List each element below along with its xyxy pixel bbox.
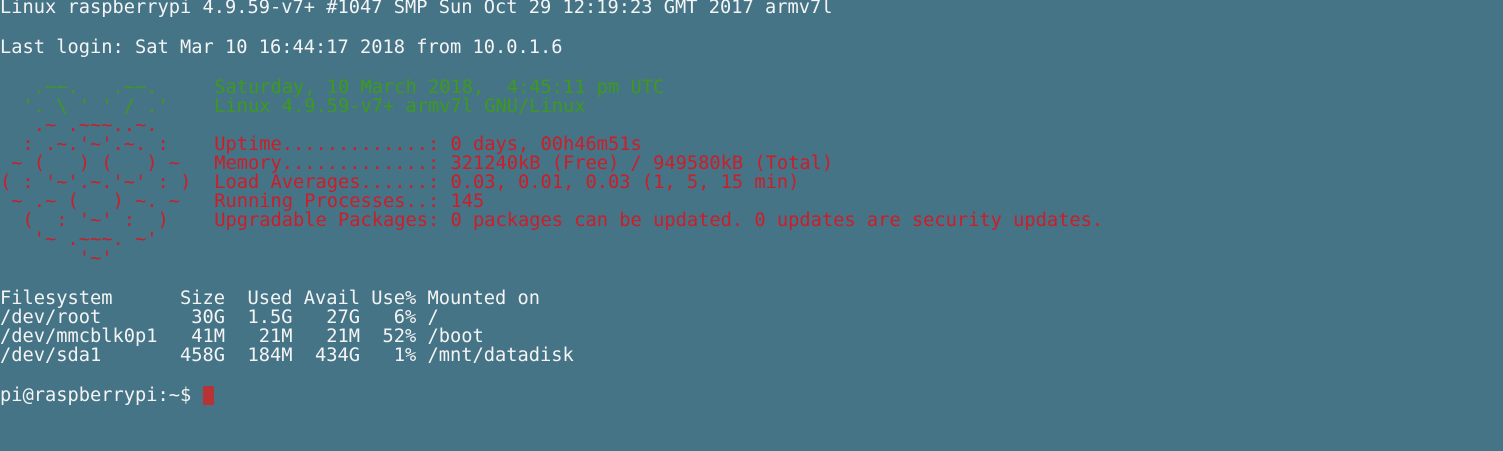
raspberry-art-line: '~': [0, 248, 192, 269]
kernel-info-line: Linux raspberrypi 4.9.59-v7+ #1047 SMP S…: [0, 0, 833, 18]
motd-line: '~': [0, 248, 1503, 269]
df-header: Filesystem Size Used Avail Use% Mounted …: [0, 288, 541, 309]
raspberry-art-line: ( : '~'.~.'~' : ): [0, 172, 192, 193]
motd-line: ~ .~ ( ) ~. ~ Running Processes..: 145: [0, 191, 1503, 212]
stat-label: Memory.............:: [214, 153, 440, 174]
shell-prompt: pi@raspberrypi:~$: [0, 385, 203, 406]
motd-date: Saturday, 10 March 2018, 4:45:11 pm UTC: [214, 77, 665, 98]
stat-value: 145: [439, 191, 485, 212]
motd-line: '~ .~~~. ~': [0, 229, 1503, 250]
stat-value: 0 days, 00h46m51s: [439, 134, 642, 155]
motd-line: ~ ( ) ( ) ~ Memory.............: 321240k…: [0, 153, 1503, 174]
motd-line: : .~.'~'.~. : Uptime.............: 0 day…: [0, 134, 1503, 155]
last-login-line: Last login: Sat Mar 10 16:44:17 2018 fro…: [0, 37, 563, 58]
df-row: /dev/mmcblk0p1 41M 21M 21M 52% /boot: [0, 326, 484, 347]
df-row: /dev/sda1 458G 184M 434G 1% /mnt/datadis…: [0, 345, 574, 366]
motd-line: .~ .~~~..~.: [0, 115, 1503, 136]
raspberry-art-line: '. \ ' ' / .': [0, 96, 192, 117]
raspberry-art-line: ( : '~' : ): [0, 210, 192, 231]
motd-line: .~~. .~~. Saturday, 10 March 2018, 4:45:…: [0, 77, 1503, 98]
stat-value: 0 packages can be updated. 0 updates are…: [439, 210, 1104, 231]
stat-label: Upgradable Packages:: [214, 210, 440, 231]
stat-label: Running Processes..:: [214, 191, 440, 212]
motd-os: Linux 4.9.59-v7+ armv7l GNU/Linux: [214, 96, 586, 117]
stat-label: Load Averages......:: [214, 172, 440, 193]
raspberry-art-line: .~~. .~~.: [0, 77, 192, 98]
raspberry-art-line: : .~.'~'.~. :: [0, 134, 192, 155]
motd-line: '. \ ' ' / .' Linux 4.9.59-v7+ armv7l GN…: [0, 96, 1503, 117]
stat-value: 321240kB (Free) / 949580kB (Total): [439, 153, 834, 174]
stat-value: 0.03, 0.01, 0.03 (1, 5, 15 min): [439, 172, 800, 193]
command-prompt-line[interactable]: pi@raspberrypi:~$: [0, 385, 1503, 406]
raspberry-art-line: '~ .~~~. ~': [0, 229, 192, 250]
text-cursor[interactable]: [202, 386, 214, 405]
terminal-window[interactable]: Linux raspberrypi 4.9.59-v7+ #1047 SMP S…: [0, 0, 1503, 448]
motd-line: ( : '~'.~.'~' : ) Load Averages......: 0…: [0, 172, 1503, 193]
raspberry-art-line: ~ .~ ( ) ~. ~: [0, 191, 192, 212]
stat-label: Uptime.............:: [214, 134, 440, 155]
raspberry-art-line: .~ .~~~..~.: [0, 115, 192, 136]
df-row: /dev/root 30G 1.5G 27G 6% /: [0, 307, 439, 328]
motd-line: ( : '~' : ) Upgradable Packages: 0 packa…: [0, 210, 1503, 231]
raspberry-art-line: ~ ( ) ( ) ~: [0, 153, 192, 174]
